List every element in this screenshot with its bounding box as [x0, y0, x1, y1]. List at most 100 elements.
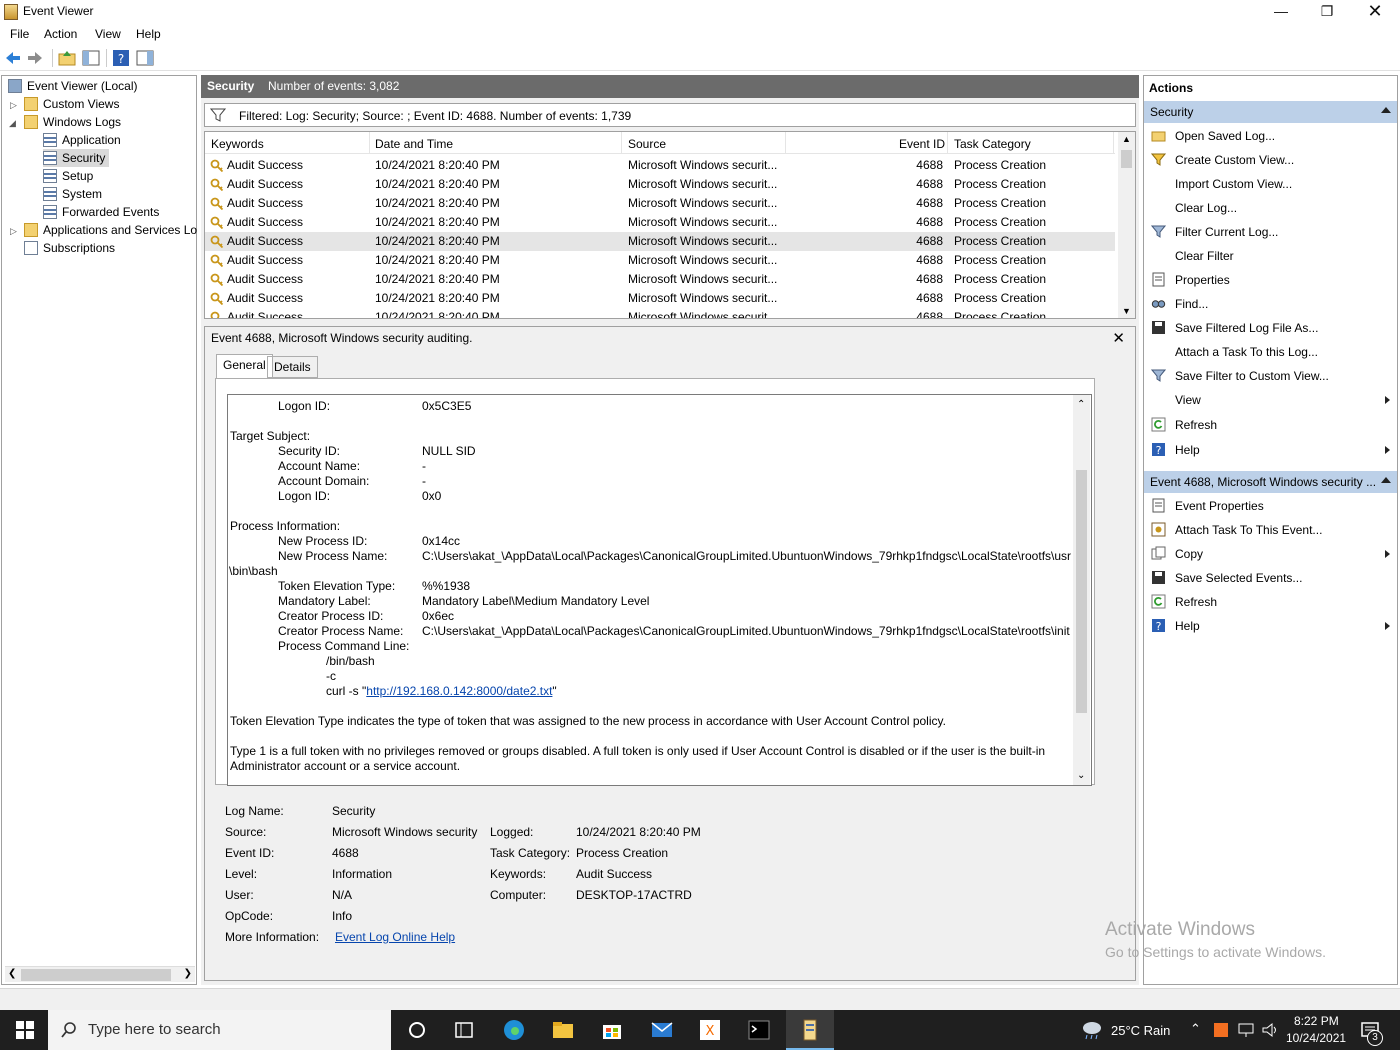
action-filter-current-log[interactable]: Filter Current Log... [1144, 220, 1397, 244]
action-save-filtered-log-file-as[interactable]: Save Filtered Log File As... [1144, 316, 1397, 340]
menu-help[interactable]: Help [136, 27, 161, 41]
scroll-left-icon[interactable]: ❮ [8, 968, 16, 979]
action-refresh[interactable]: Refresh [1144, 590, 1397, 614]
collapse-icon[interactable] [1381, 477, 1391, 483]
scroll-up-icon[interactable]: ⌃ [1077, 399, 1085, 410]
xampp-tray-icon[interactable] [1214, 1023, 1228, 1037]
windows-start-icon[interactable] [13, 1018, 37, 1042]
show-hide-action-pane-icon[interactable] [136, 49, 154, 67]
tree-item-event-viewer-local[interactable]: Event Viewer (Local) [8, 77, 138, 95]
help-icon[interactable]: ? [112, 49, 130, 67]
column-keywords[interactable]: Keywords [211, 137, 264, 151]
maximize-button[interactable]: ❐ [1304, 0, 1350, 24]
scroll-up-icon[interactable]: ▲ [1122, 134, 1131, 144]
xampp-icon[interactable]: X [698, 1018, 722, 1042]
action-refresh[interactable]: Refresh [1144, 413, 1397, 437]
menu-file[interactable]: File [10, 27, 29, 41]
tree-item-windows-logs[interactable]: Windows Logs [24, 113, 121, 131]
table-row[interactable]: Audit Success 10/24/2021 8:20:40 PM Micros… [205, 289, 1115, 308]
column-task-category[interactable]: Task Category [954, 137, 1031, 151]
microsoft-store-icon[interactable] [600, 1018, 624, 1042]
tree-item-custom-views[interactable]: Custom Views [24, 95, 119, 113]
scrollbar-thumb[interactable] [21, 969, 171, 981]
action-help[interactable]: ? Help [1144, 614, 1397, 638]
column-source[interactable]: Source [628, 137, 666, 151]
table-row[interactable]: Audit Success 10/24/2021 8:20:40 PM Micros… [205, 194, 1115, 213]
tree-horizontal-scrollbar[interactable]: ❮ ❯ [5, 966, 195, 982]
actions-section-event[interactable]: Event 4688, Microsoft Windows security .… [1144, 471, 1397, 493]
expand-chevron-icon[interactable]: ▷ [10, 100, 17, 111]
action-attach-task-to-this-event[interactable]: Attach Task To This Event... [1144, 518, 1397, 542]
back-arrow-icon[interactable] [4, 49, 22, 67]
action-copy[interactable]: Copy [1144, 542, 1397, 566]
minimize-button[interactable]: — [1258, 0, 1304, 24]
forward-arrow-icon[interactable] [26, 49, 44, 67]
scroll-right-icon[interactable]: ❯ [184, 968, 192, 979]
table-row[interactable]: Audit Success 10/24/2021 8:20:40 PM Micros… [205, 156, 1115, 175]
tree-item-applications-services[interactable]: Applications and Services Lo [24, 221, 197, 239]
command-url-link[interactable]: http://192.168.0.142:8000/date2.txt [366, 684, 552, 698]
cortana-icon[interactable] [405, 1018, 429, 1042]
close-detail-icon[interactable]: ✕ [1112, 329, 1125, 347]
event-log-online-help-link[interactable]: Event Log Online Help [335, 930, 455, 944]
task-view-icon[interactable] [452, 1018, 476, 1042]
action-help[interactable]: ? Help [1144, 438, 1397, 462]
taskbar-search-box[interactable]: Type here to search [48, 1010, 391, 1050]
network-icon[interactable] [1237, 1022, 1255, 1038]
show-hide-tree-icon[interactable] [82, 49, 100, 67]
scrollbar-thumb[interactable] [1076, 470, 1087, 713]
tree-item-setup[interactable]: Setup [43, 167, 93, 185]
table-row[interactable]: Audit Success 10/24/2021 8:20:40 PM Micros… [205, 270, 1115, 289]
weather-text[interactable]: 25°C Rain [1111, 1023, 1170, 1038]
file-explorer-icon[interactable] [551, 1018, 575, 1042]
scroll-down-icon[interactable]: ⌄ [1077, 770, 1085, 781]
table-row[interactable]: Audit Success 10/24/2021 8:20:40 PM Micros… [205, 232, 1115, 251]
action-clear-log[interactable]: Clear Log... [1144, 196, 1397, 220]
expand-chevron-icon[interactable]: ▷ [10, 226, 17, 237]
volume-icon[interactable] [1261, 1022, 1279, 1038]
collapse-icon[interactable] [1381, 107, 1391, 113]
table-vertical-scrollbar[interactable]: ▲ ▼ [1118, 132, 1135, 318]
table-row[interactable]: Audit Success 10/24/2021 8:20:40 PM Micros… [205, 213, 1115, 232]
menu-view[interactable]: View [95, 27, 121, 41]
column-event-id[interactable]: Event ID [899, 137, 945, 151]
tab-details[interactable]: Details [267, 356, 318, 378]
scrollbar-thumb[interactable] [1121, 150, 1132, 168]
table-row[interactable]: Audit Success 10/24/2021 8:20:40 PM Micros… [205, 175, 1115, 194]
tab-general[interactable]: General [216, 354, 273, 379]
tree-item-security[interactable]: Security [43, 149, 110, 167]
collapse-chevron-icon[interactable]: ◢ [9, 118, 16, 129]
edge-browser-icon[interactable] [502, 1018, 526, 1042]
tree-item-forwarded-events[interactable]: Forwarded Events [43, 203, 159, 221]
terminal-icon[interactable] [747, 1018, 771, 1042]
weather-rain-icon[interactable] [1080, 1020, 1104, 1040]
action-import-custom-view[interactable]: Import Custom View... [1144, 172, 1397, 196]
message-vertical-scrollbar[interactable]: ⌃ ⌄ [1073, 395, 1090, 785]
action-create-custom-view[interactable]: Create Custom View... [1144, 148, 1397, 172]
action-save-filter-to-custom-view[interactable]: Save Filter to Custom View... [1144, 364, 1397, 388]
show-hidden-icons-chevron-icon[interactable]: ⌃ [1190, 1021, 1201, 1037]
scroll-down-icon[interactable]: ▼ [1122, 306, 1131, 316]
tree-item-subscriptions[interactable]: Subscriptions [24, 239, 115, 257]
action-event-properties[interactable]: Event Properties [1144, 494, 1397, 518]
action-properties[interactable]: Properties [1144, 268, 1397, 292]
event-viewer-taskbar-button[interactable] [786, 1010, 834, 1050]
action-attach-a-task-to-this-log[interactable]: Attach a Task To this Log... [1144, 340, 1397, 364]
tree-item-application[interactable]: Application [43, 131, 121, 149]
action-clear-filter[interactable]: Clear Filter [1144, 244, 1397, 268]
clock-time[interactable]: 8:22 PM [1294, 1014, 1339, 1028]
table-row[interactable]: Audit Success 10/24/2021 8:20:40 PM Micros… [205, 251, 1115, 270]
mail-icon[interactable] [650, 1018, 674, 1042]
action-save-selected-events[interactable]: Save Selected Events... [1144, 566, 1397, 590]
folder-up-icon[interactable] [58, 49, 76, 67]
action-view[interactable]: View [1144, 388, 1397, 412]
action-open-saved-log[interactable]: Open Saved Log... [1144, 124, 1397, 148]
action-find[interactable]: Find... [1144, 292, 1397, 316]
menu-action[interactable]: Action [44, 27, 77, 41]
table-row[interactable]: Audit Success 10/24/2021 8:20:40 PM Micros… [205, 308, 1115, 318]
column-date-time[interactable]: Date and Time [375, 137, 453, 151]
close-button[interactable]: ✕ [1352, 0, 1398, 24]
tree-item-system[interactable]: System [43, 185, 102, 203]
actions-section-security[interactable]: Security [1144, 101, 1397, 123]
clock-date[interactable]: 10/24/2021 [1286, 1031, 1346, 1045]
